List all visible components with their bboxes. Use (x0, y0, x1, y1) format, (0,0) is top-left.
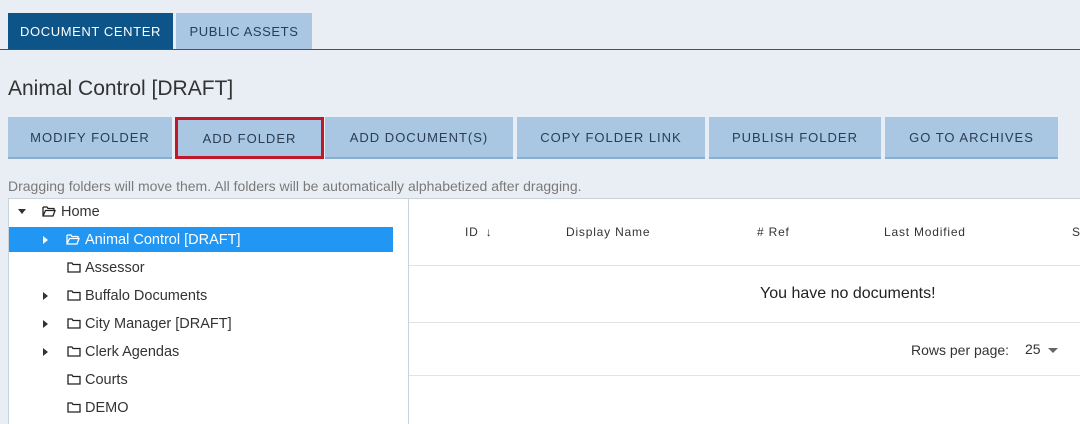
chevron-right-icon[interactable] (43, 292, 48, 300)
chevron-right-icon[interactable] (43, 348, 48, 356)
footer-divider (409, 375, 1080, 376)
page-title: Animal Control [DRAFT] (8, 77, 234, 100)
tree-item-label: Assessor (85, 259, 145, 276)
rows-per-page-select[interactable]: 25 (1025, 341, 1041, 357)
column-header-truncated[interactable]: S (1072, 225, 1080, 239)
tree-item-demo[interactable]: DEMO (9, 395, 408, 420)
chevron-down-icon[interactable] (1048, 348, 1058, 353)
go-to-archives-button[interactable]: GO TO ARCHIVES (885, 117, 1058, 159)
add-folder-button[interactable]: ADD FOLDER (175, 117, 324, 159)
tab-document-center[interactable]: DOCUMENT CENTER (8, 13, 173, 49)
tab-public-assets[interactable]: PUBLIC ASSETS (176, 13, 312, 49)
empty-table-message: You have no documents! (760, 285, 936, 302)
documents-table: ID ↓ Display Name # Ref Last Modified S … (409, 198, 1080, 424)
row-divider (409, 322, 1080, 323)
tree-item-label: DEMO (85, 399, 129, 416)
tree-item-label: Clerk Agendas (85, 343, 180, 360)
tree-item-label: Home (61, 203, 100, 220)
tree-item-city-manager[interactable]: City Manager [DRAFT] (9, 311, 408, 336)
add-documents-button[interactable]: ADD DOCUMENT(S) (325, 117, 513, 159)
tree-item-label: City Manager [DRAFT] (85, 315, 232, 332)
publish-folder-button[interactable]: PUBLISH FOLDER (709, 117, 881, 159)
folder-icon (67, 402, 81, 413)
chevron-down-icon[interactable] (18, 209, 26, 214)
folder-open-icon (42, 206, 56, 217)
chevron-right-icon[interactable] (43, 236, 48, 244)
tab-bar: DOCUMENT CENTER PUBLIC ASSETS (0, 0, 1080, 50)
folder-icon (67, 374, 81, 385)
tree-item-label: Courts (85, 371, 128, 388)
column-header-ref[interactable]: # Ref (757, 225, 790, 239)
column-header-display-name[interactable]: Display Name (566, 225, 650, 239)
tree-item-label: Animal Control [DRAFT] (85, 231, 241, 248)
drag-hint: Dragging folders will move them. All fol… (8, 178, 582, 194)
column-header-label: ID (465, 225, 479, 239)
folder-icon (67, 318, 81, 329)
tree-item-label: Buffalo Documents (85, 287, 208, 304)
folder-icon (67, 262, 81, 273)
tree-item-buffalo-documents[interactable]: Buffalo Documents (9, 283, 408, 308)
copy-folder-link-button[interactable]: COPY FOLDER LINK (517, 117, 705, 159)
folder-icon (67, 290, 81, 301)
tree-item-clerk-agendas[interactable]: Clerk Agendas (9, 339, 408, 364)
tree-item-animal-control[interactable]: Animal Control [DRAFT] (9, 227, 393, 252)
document-center-page: DOCUMENT CENTER PUBLIC ASSETS Animal Con… (0, 0, 1080, 424)
header-divider (409, 265, 1080, 266)
tree-item-courts[interactable]: Courts (9, 367, 408, 392)
modify-folder-button[interactable]: MODIFY FOLDER (8, 117, 172, 159)
column-header-id[interactable]: ID ↓ (465, 225, 493, 239)
tree-item-assessor[interactable]: Assessor (9, 255, 408, 280)
rows-per-page-label: Rows per page: (911, 342, 1010, 358)
sort-arrow-down-icon: ↓ (485, 225, 493, 239)
column-header-last-modified[interactable]: Last Modified (884, 225, 966, 239)
folder-open-icon (66, 234, 80, 245)
tree-item-home[interactable]: Home (9, 199, 408, 224)
chevron-right-icon[interactable] (43, 320, 48, 328)
folder-icon (67, 346, 81, 357)
folder-tree: Home Animal Control [DRAFT] Assessor Buf… (8, 198, 409, 424)
